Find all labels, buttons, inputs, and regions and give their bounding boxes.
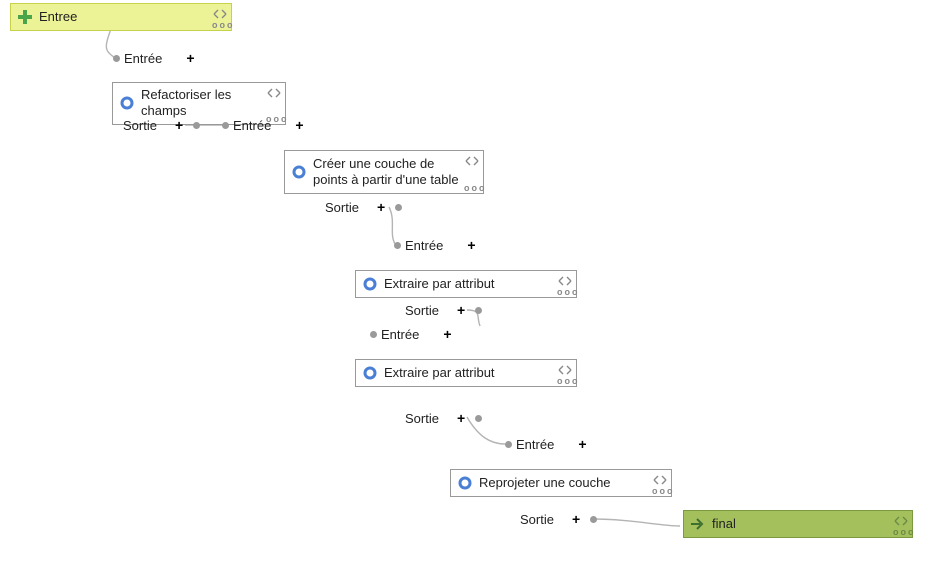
port-input-in[interactable]: Entrée +: [113, 50, 195, 66]
collapse-icon[interactable]: [465, 154, 479, 164]
port-dot: [475, 415, 482, 422]
port-dot: [475, 307, 482, 314]
port-plus-icon[interactable]: +: [572, 511, 580, 527]
collapse-icon[interactable]: [558, 274, 572, 284]
arrow-right-icon: [690, 516, 706, 532]
node-extract2[interactable]: Extraire par attribut ooo: [355, 359, 577, 387]
collapse-icon[interactable]: [558, 363, 572, 373]
port-plus-icon[interactable]: +: [186, 50, 194, 66]
collapse-icon[interactable]: [213, 7, 227, 17]
port-label: Sortie: [123, 118, 157, 133]
port-plus-icon[interactable]: +: [467, 237, 475, 253]
port-create-out[interactable]: Sortie +: [325, 199, 402, 215]
gear-icon: [362, 365, 378, 381]
more-icon[interactable]: ooo: [557, 378, 573, 384]
port-plus-icon[interactable]: +: [175, 117, 183, 133]
more-icon[interactable]: ooo: [652, 488, 668, 494]
more-icon[interactable]: ooo: [557, 289, 573, 295]
port-extract1-out[interactable]: Sortie +: [405, 302, 482, 318]
port-label: Entrée: [405, 238, 443, 253]
node-create-layer[interactable]: Créer une couche de points à partir d'un…: [284, 150, 484, 194]
more-icon[interactable]: ooo: [893, 529, 909, 535]
gear-icon: [457, 475, 473, 491]
port-dot: [193, 122, 200, 129]
node-title: Reprojeter une couche: [479, 475, 611, 491]
port-plus-icon[interactable]: +: [457, 302, 465, 318]
port-label: Entrée: [233, 118, 271, 133]
port-plus-icon[interactable]: +: [578, 436, 586, 452]
collapse-icon[interactable]: [267, 86, 281, 96]
port-create-in[interactable]: Entrée +: [222, 117, 304, 133]
port-plus-icon[interactable]: +: [443, 326, 451, 342]
node-title: Extraire par attribut: [384, 276, 495, 292]
port-label: Sortie: [325, 200, 359, 215]
collapse-icon[interactable]: [894, 514, 908, 524]
port-reproj-in[interactable]: Entrée +: [505, 436, 587, 452]
node-reproject[interactable]: Reprojeter une couche ooo: [450, 469, 672, 497]
more-icon[interactable]: ooo: [212, 22, 228, 28]
port-plus-icon[interactable]: +: [457, 410, 465, 426]
node-output[interactable]: final ooo: [683, 510, 913, 538]
port-plus-icon[interactable]: +: [377, 199, 385, 215]
port-label: Entrée: [516, 437, 554, 452]
more-icon[interactable]: ooo: [464, 185, 480, 191]
port-extract2-out[interactable]: Sortie +: [405, 410, 482, 426]
node-title: Créer une couche de points à partir d'un…: [313, 156, 461, 189]
port-dot: [395, 204, 402, 211]
node-title: Refactoriser les champs: [141, 87, 263, 120]
port-dot: [222, 122, 229, 129]
port-dot: [370, 331, 377, 338]
node-title: Entree: [39, 9, 77, 25]
port-plus-icon[interactable]: +: [295, 117, 303, 133]
port-refactor-out[interactable]: Sortie +: [123, 117, 200, 133]
port-dot: [394, 242, 401, 249]
gear-icon: [362, 276, 378, 292]
gear-icon: [291, 164, 307, 180]
node-extract1[interactable]: Extraire par attribut ooo: [355, 270, 577, 298]
port-dot: [505, 441, 512, 448]
node-input[interactable]: Entree ooo: [10, 3, 232, 31]
gear-icon: [119, 95, 135, 111]
port-extract2-in[interactable]: Entrée +: [370, 326, 452, 342]
port-label: Entrée: [124, 51, 162, 66]
port-label: Sortie: [405, 411, 439, 426]
port-dot: [113, 55, 120, 62]
model-canvas[interactable]: Entree ooo Entrée + Refactoriser les cha…: [0, 0, 930, 561]
port-dot: [590, 516, 597, 523]
port-label: Sortie: [405, 303, 439, 318]
collapse-icon[interactable]: [653, 473, 667, 483]
port-extract1-in[interactable]: Entrée +: [394, 237, 476, 253]
port-reproj-out[interactable]: Sortie +: [520, 511, 597, 527]
plus-icon: [17, 9, 33, 25]
port-label: Sortie: [520, 512, 554, 527]
node-title: Extraire par attribut: [384, 365, 495, 381]
node-title: final: [712, 516, 736, 532]
port-label: Entrée: [381, 327, 419, 342]
